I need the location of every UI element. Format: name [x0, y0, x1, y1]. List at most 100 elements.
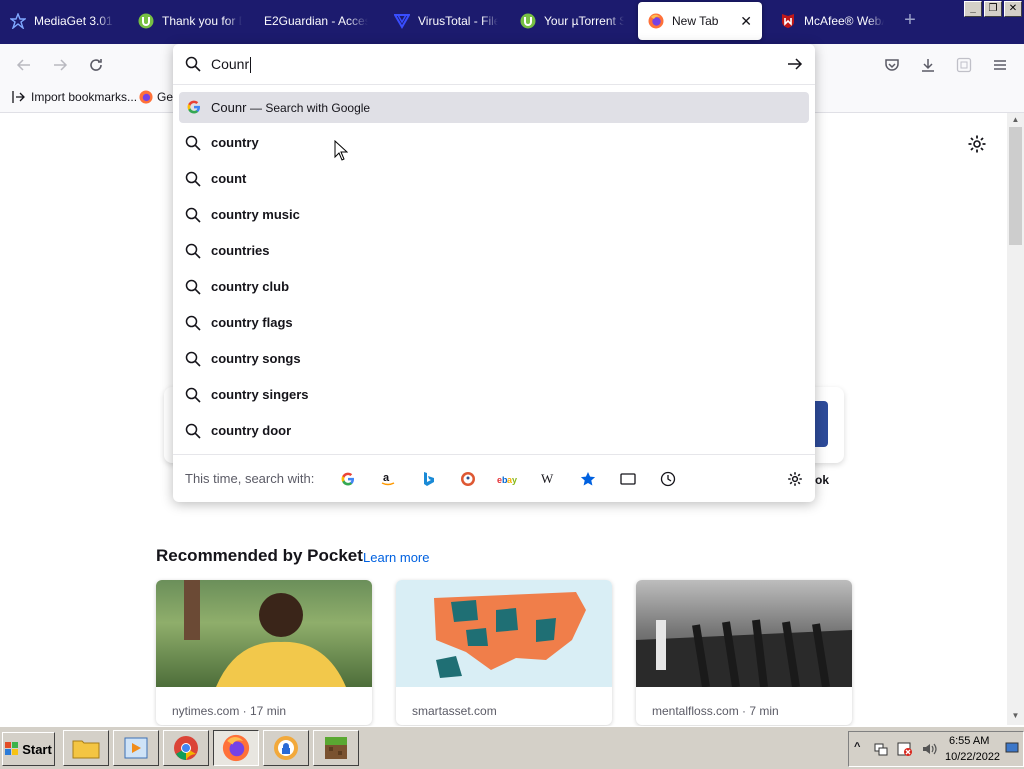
tab-e2guardian[interactable]: E2Guardian - Access D: [254, 2, 376, 40]
tab-new-tab[interactable]: New Tab ✕: [638, 2, 762, 40]
suggestion-label: count: [211, 171, 247, 186]
chrome-button[interactable]: [163, 730, 209, 766]
suggestion-row[interactable]: country: [173, 125, 815, 161]
suggestion-row[interactable]: country songs: [173, 341, 815, 377]
pocket-learn-more-link[interactable]: Learn more: [363, 550, 429, 565]
import-bookmarks-item[interactable]: Import bookmarks...: [12, 90, 137, 104]
suggestion-row[interactable]: country club: [173, 269, 815, 305]
duckduckgo-icon[interactable]: [456, 467, 480, 491]
pocket-save-icon[interactable]: [880, 53, 904, 77]
firefox-icon: [222, 734, 250, 762]
page-scrollbar[interactable]: ▲ ▼: [1007, 113, 1024, 725]
file-explorer-button[interactable]: [63, 730, 109, 766]
extension-icon[interactable]: [952, 53, 976, 77]
search-icon: [185, 135, 201, 151]
new-tab-plus-icon[interactable]: +: [900, 10, 920, 30]
personalize-gear-icon[interactable]: [967, 134, 987, 154]
forward-arrow-icon[interactable]: [48, 53, 72, 77]
restore-icon[interactable]: ❐: [984, 1, 1002, 17]
google-icon[interactable]: [336, 467, 360, 491]
bing-icon[interactable]: [416, 467, 440, 491]
minimize-icon[interactable]: _: [964, 1, 982, 17]
suggestion-label: country music: [211, 207, 300, 222]
tab-strip: MediaGet 3.01.4 Thank you for Do E2Guard…: [0, 0, 1024, 44]
scrollbar-thumb[interactable]: [1009, 127, 1022, 245]
story-source: mentalfloss.com · 7 min: [652, 704, 779, 718]
urlbar-text[interactable]: Counr: [211, 56, 252, 74]
suggestion-row[interactable]: country singers: [173, 377, 815, 413]
back-arrow-icon[interactable]: [12, 53, 36, 77]
urlbar-input[interactable]: Counr: [173, 44, 815, 85]
suggestion-label: country: [211, 135, 259, 150]
utorrent-icon: [520, 13, 536, 29]
import-icon: [12, 90, 26, 104]
search-icon: [185, 56, 201, 72]
search-icon: [185, 387, 201, 403]
scroll-up-icon[interactable]: ▲: [1007, 115, 1024, 127]
hamburger-menu-icon[interactable]: [988, 53, 1012, 77]
text-caret: [250, 57, 252, 74]
svg-text:y: y: [512, 475, 517, 485]
suggestion-row[interactable]: country door: [173, 413, 815, 449]
suggestion-row[interactable]: countries: [173, 233, 815, 269]
reload-icon[interactable]: [84, 53, 108, 77]
suggestion-row[interactable]: count: [173, 161, 815, 197]
tab-utorrent-thanks[interactable]: Thank you for Do: [128, 2, 246, 40]
network-icon[interactable]: [873, 741, 889, 757]
tab-mcafee[interactable]: McAfee® WebAd: [770, 2, 888, 40]
suggestion-row[interactable]: country music: [173, 197, 815, 233]
search-icon: [185, 243, 201, 259]
pocket-section-title: Recommended by Pocket: [156, 546, 363, 565]
close-window-icon[interactable]: ✕: [1004, 1, 1022, 17]
getting-started-bookmark[interactable]: Ge: [139, 90, 173, 104]
tabs-icon[interactable]: [616, 467, 640, 491]
search-with-google-row[interactable]: Counr — Search with Google: [179, 92, 809, 123]
search-settings-gear-icon[interactable]: [783, 467, 807, 491]
suggestion-label: country singers: [211, 387, 309, 402]
firefox-taskbar-button[interactable]: [213, 730, 259, 766]
heuristic-label: Counr — Search with Google: [211, 100, 370, 115]
tab-mediaget[interactable]: MediaGet 3.01.4: [0, 2, 118, 40]
mouse-cursor-icon: [334, 139, 349, 162]
minecraft-icon: [323, 735, 349, 761]
story-source: nytimes.com · 17 min: [172, 704, 287, 718]
secure-browser-button[interactable]: [263, 730, 309, 766]
amazon-icon[interactable]: a: [376, 467, 400, 491]
tab-utorrent-software[interactable]: Your µTorrent Sof: [510, 2, 628, 40]
volume-icon[interactable]: [921, 741, 937, 757]
browser-shield-icon: [273, 735, 299, 761]
story-source: smartasset.com: [412, 704, 497, 718]
heuristic-suffix: — Search with Google: [250, 101, 371, 115]
start-label: Start: [22, 741, 52, 757]
start-button[interactable]: Start: [2, 732, 55, 766]
windows-taskbar: Start ^ 6:55 AM 10/22/2022: [0, 726, 1024, 769]
security-alert-icon[interactable]: [897, 741, 913, 757]
heuristic-query: Counr: [211, 100, 247, 115]
tab-virustotal[interactable]: VirusTotal - File -: [384, 2, 502, 40]
ebay-icon[interactable]: ebay: [496, 467, 520, 491]
clock-date[interactable]: 10/22/2022: [945, 751, 1000, 763]
minecraft-button[interactable]: [313, 730, 359, 766]
downloads-icon[interactable]: [916, 53, 940, 77]
scroll-down-icon[interactable]: ▼: [1007, 711, 1024, 723]
show-hidden-icons-icon[interactable]: ^: [854, 741, 860, 753]
history-icon[interactable]: [656, 467, 680, 491]
firefox-icon: [648, 13, 664, 29]
bookmarks-star-icon[interactable]: [576, 467, 600, 491]
window-controls: _ ❐ ✕: [964, 1, 1022, 17]
folder-icon: [72, 737, 100, 759]
firefox-icon: [139, 90, 153, 104]
pocket-card[interactable]: nytimes.com · 17 min: [156, 580, 372, 725]
clock-time[interactable]: 6:55 AM: [949, 735, 989, 747]
pocket-card[interactable]: smartasset.com: [396, 580, 612, 725]
pocket-card[interactable]: mentalfloss.com · 7 min: [636, 580, 852, 725]
show-desktop-icon[interactable]: [1005, 741, 1019, 755]
go-arrow-icon[interactable]: [785, 54, 805, 74]
top-site-label: ok: [815, 473, 830, 487]
media-player-button[interactable]: [113, 730, 159, 766]
close-tab-icon[interactable]: ✕: [740, 13, 752, 30]
suggestion-row[interactable]: country flags: [173, 305, 815, 341]
google-icon: [187, 100, 201, 114]
suggestion-label: country songs: [211, 351, 301, 366]
wikipedia-icon[interactable]: W: [536, 467, 560, 491]
